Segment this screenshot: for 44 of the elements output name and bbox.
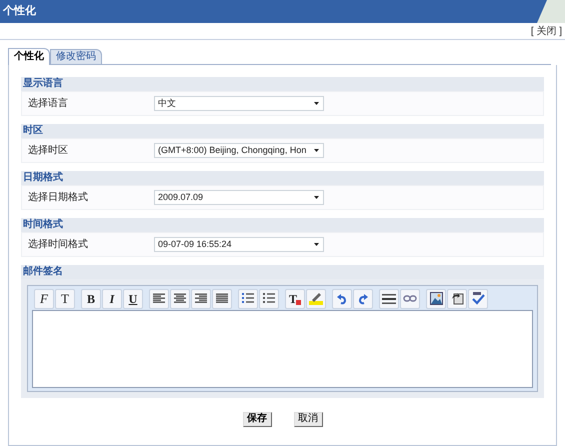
paste-icon[interactable] xyxy=(447,288,467,309)
section-header: 时区 xyxy=(21,124,544,138)
save-button[interactable]: 保存 xyxy=(242,412,272,427)
dropdown-caret-icon xyxy=(314,196,319,199)
font-size-icon[interactable]: T xyxy=(55,288,75,309)
text-color-icon[interactable]: T xyxy=(285,288,305,309)
dropdown-field[interactable]: 2009.07.09 xyxy=(154,190,324,205)
undo-icon[interactable] xyxy=(332,288,352,309)
dropdown-caret-icon xyxy=(314,148,319,152)
tab[interactable]: 修改密码 xyxy=(50,48,102,64)
tab[interactable]: 个性化 xyxy=(8,48,50,65)
section-header: 日期格式 xyxy=(21,170,544,185)
image-icon[interactable] xyxy=(426,288,446,309)
redo-icon[interactable] xyxy=(353,288,373,309)
close-link[interactable]: [ 关闭 ] xyxy=(530,26,562,39)
justify-icon[interactable] xyxy=(212,288,232,309)
highlight-icon[interactable] xyxy=(306,288,326,309)
field-label: 选择语言 xyxy=(28,96,69,111)
align-left-icon[interactable] xyxy=(149,288,169,309)
editor-text-field[interactable] xyxy=(32,310,533,388)
align-center-icon[interactable] xyxy=(170,288,190,309)
corner-decoration-icon xyxy=(537,0,565,23)
section-header: 显示语言 xyxy=(21,76,544,91)
dropdown-field[interactable]: 中文 xyxy=(154,96,324,111)
window-title: 个性化 xyxy=(3,4,36,20)
bold-icon[interactable]: B xyxy=(81,288,101,309)
link-icon[interactable] xyxy=(400,288,420,309)
numbered-list-icon[interactable] xyxy=(238,288,258,309)
font-icon[interactable]: F xyxy=(34,288,54,309)
dropdown-caret-icon xyxy=(314,102,319,105)
underline-icon[interactable]: U xyxy=(123,288,143,309)
field-label: 选择时区 xyxy=(28,144,69,158)
align-right-icon[interactable] xyxy=(191,288,211,309)
spellcheck-icon[interactable] xyxy=(468,288,488,309)
dropdown-field[interactable]: (GMT+8:00) Beijing, Chongqing, Hon xyxy=(154,142,324,158)
field-label: 选择时间格式 xyxy=(28,238,89,252)
dropdown-caret-icon xyxy=(314,242,319,246)
section-header: 时间格式 xyxy=(21,218,544,232)
bullet-list-icon[interactable] xyxy=(259,288,279,309)
cancel-button[interactable]: 取消 xyxy=(294,412,322,427)
section-header: 邮件签名 xyxy=(21,264,544,279)
field-label: 选择日期格式 xyxy=(28,190,89,205)
dropdown-field[interactable]: 09-07-09 16:55:24 xyxy=(154,236,324,252)
italic-icon[interactable]: I xyxy=(102,288,122,309)
